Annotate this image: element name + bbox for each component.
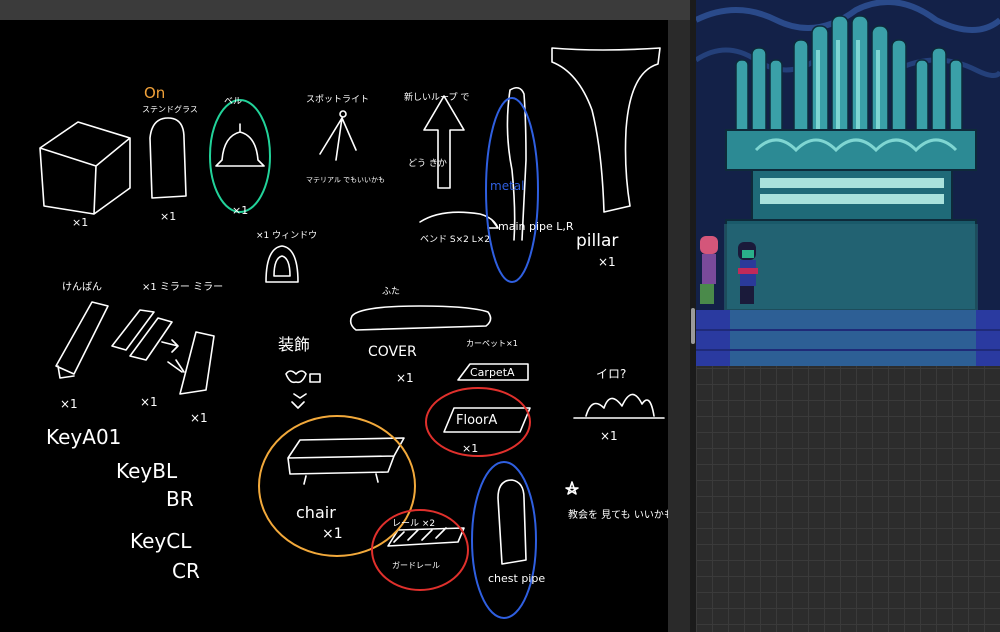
chair-label: chair [296,503,336,522]
bend-note: ベンド S×2 L×2 [420,235,490,245]
cover-label: COVER [368,344,417,360]
cover-top-label: ふた [382,286,400,297]
divider-handle[interactable] [691,308,695,344]
cover-count: ×1 [396,371,414,385]
bell-count: ×1 [232,204,248,217]
floor-label: FloorA [456,413,497,428]
spotlight-label: スポットライト [306,94,369,105]
ira-label: イロ? [596,367,626,381]
pillar-label: pillar [576,231,618,251]
key-a01-label: KeyA01 [46,425,121,449]
floor-count: ×1 [462,442,478,455]
bell-label: ベル [224,97,242,107]
key-bl-label: KeyBL [116,459,178,483]
rail-note: レール ×2 [392,519,435,529]
star-note: 教会を 見ても いいかも [568,508,668,521]
key-count-c: ×1 [190,411,208,425]
decoration-label: 装飾 [278,335,310,354]
keyboard-label: けんばん [62,281,102,293]
key-count-b: ×1 [140,395,158,409]
pillar-count: ×1 [598,255,616,269]
cube-count: ×1 [72,216,88,229]
key-cl-label: KeyCL [130,529,192,553]
main-pipe-label: main pipe L,R [498,220,574,233]
carpet-note: カーペット×1 [466,339,518,348]
game-view [696,0,1000,366]
on-label: On [144,84,165,102]
preview-pane [696,0,1000,632]
canvas-scrollbar[interactable] [668,20,690,632]
stained-glass-label: ステンドグラス [142,104,198,114]
app-window: On ステンドグラス ベル スポットライト マテリアル でもいいかも 新しいルー… [0,0,1000,632]
ira-count: ×1 [600,429,618,443]
spotlight-note: マテリアル でもいいかも [306,176,385,184]
chair-count: ×1 [322,526,343,542]
rail-sub: ガードレール [392,560,440,570]
chest-pipe-label: chest pipe [488,572,545,585]
sketch-drawing: On ステンドグラス ベル スポットライト マテリアル でもいいかも 新しいルー… [39,47,668,619]
key-count-a: ×1 [60,397,78,411]
organ-scene [696,0,1000,366]
small-window-label: ×1 ウィンドウ [256,230,317,241]
sketch-pane: On ステンドグラス ベル スポットライト マテリアル でもいいかも 新しいルー… [0,20,690,632]
carpet-label: CarpetA [470,366,515,379]
loop-note: 新しいループ で [404,91,469,103]
canvas-toolbar [0,0,690,20]
direction-note: どう きか [408,158,447,169]
key-br-label: BR [166,487,194,511]
key-cr-label: CR [172,559,200,583]
stained-count: ×1 [160,210,176,223]
metal-label: metal [490,179,524,193]
sketch-canvas[interactable]: On ステンドグラス ベル スポットライト マテリアル でもいいかも 新しいルー… [0,20,668,632]
mirror-label: ×1 ミラー ミラー [142,281,223,293]
